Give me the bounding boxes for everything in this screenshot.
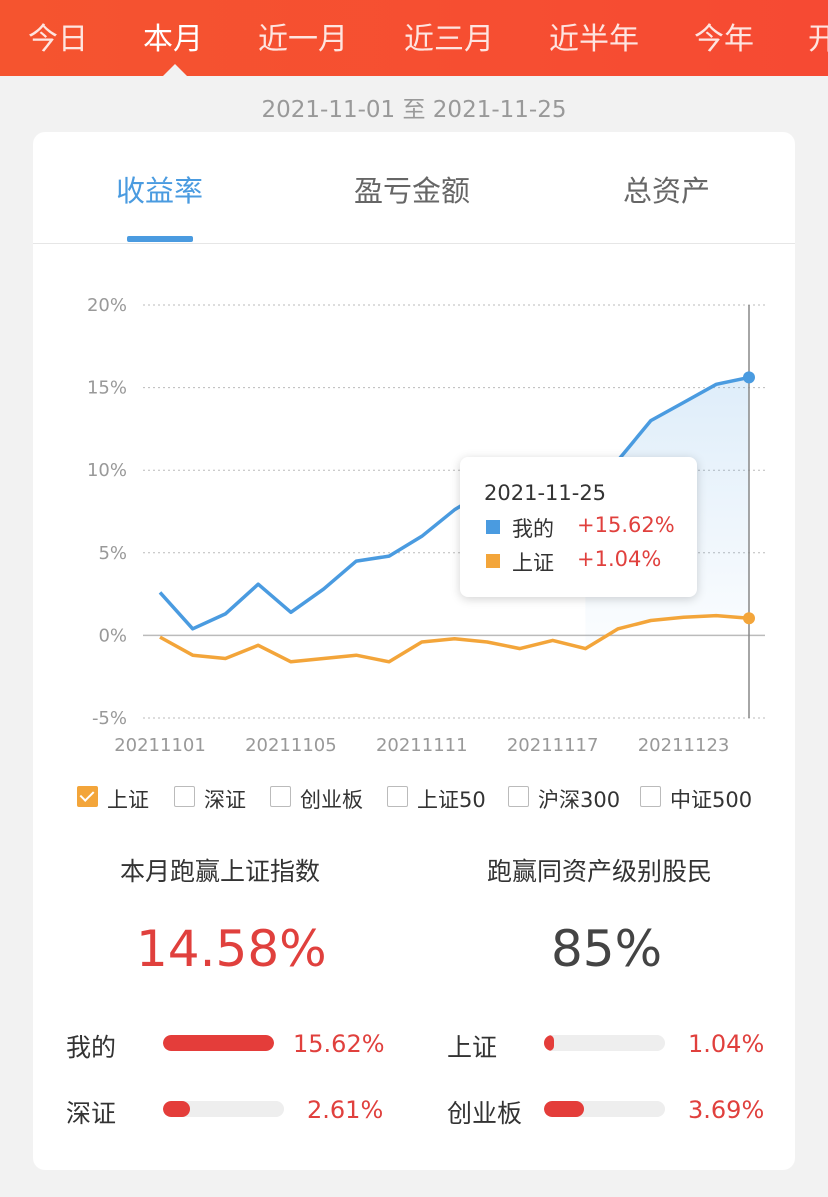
bar-label: 上证 — [447, 1033, 498, 1062]
beat-peers-title: 跑赢同资产级别股民 — [487, 857, 713, 886]
y-tick-label: 0% — [98, 625, 127, 646]
tooltip-series-name: 上证 — [512, 551, 554, 575]
x-tick-label: 20211123 — [638, 735, 730, 756]
x-tick-label: 20211105 — [245, 735, 337, 756]
legend-label: 中证500 — [670, 788, 753, 812]
checkbox-icon[interactable] — [270, 786, 291, 807]
bar-track — [163, 1035, 274, 1051]
x-axis-labels: 20211101 20211105 20211111 20211117 20211123 — [114, 735, 729, 756]
bar-value: 15.62% — [293, 1030, 385, 1058]
series-color-swatch — [486, 520, 500, 534]
checkbox-icon[interactable] — [387, 786, 408, 807]
legend-label: 沪深300 — [538, 788, 621, 812]
series-color-swatch — [486, 554, 500, 568]
bar-label: 创业板 — [447, 1099, 523, 1128]
bar-fill — [544, 1035, 554, 1051]
bar-track — [544, 1101, 665, 1117]
bar-label: 我的 — [66, 1033, 117, 1062]
legend-label: 创业板 — [300, 788, 363, 812]
bar-label: 深证 — [66, 1099, 117, 1128]
beat-index-value: 14.58% — [136, 920, 327, 978]
bar-fill — [544, 1101, 584, 1117]
checkbox-icon[interactable] — [174, 786, 195, 807]
x-tick-label: 20211117 — [507, 735, 599, 756]
checkbox-icon[interactable] — [508, 786, 529, 807]
checkbox-checked-icon[interactable] — [77, 786, 98, 807]
legend-label: 深证 — [204, 788, 246, 812]
y-tick-label: 5% — [98, 543, 127, 564]
bar-value: 3.69% — [688, 1096, 765, 1124]
x-tick-label: 20211111 — [376, 735, 468, 756]
y-axis-labels: 20% 15% 10% 5% 0% -5% — [87, 295, 127, 729]
chart-tooltip: 2021-11-25 我的 +15.62% 上证 +1.04% — [460, 457, 697, 597]
beat-peers-value: 85% — [551, 920, 663, 978]
return-rate-chart[interactable]: 20% 15% 10% 5% 0% -5% 20211101 20211105 2021111… — [0, 0, 828, 760]
tooltip-date: 2021-11-25 — [484, 481, 607, 505]
shanghai-index-endpoint — [743, 612, 755, 625]
y-tick-label: -5% — [92, 708, 127, 729]
tooltip-series-value: +1.04% — [577, 547, 662, 571]
y-tick-label: 15% — [87, 378, 127, 399]
bar-value: 1.04% — [688, 1030, 765, 1058]
checkbox-icon[interactable] — [640, 786, 661, 807]
y-tick-label: 10% — [87, 460, 127, 481]
bar-fill — [163, 1035, 274, 1051]
bar-fill — [163, 1101, 190, 1117]
tooltip-series-name: 我的 — [512, 517, 554, 541]
bar-track — [163, 1101, 284, 1117]
x-tick-label: 20211101 — [114, 735, 206, 756]
beat-index-title: 本月跑赢上证指数 — [120, 857, 321, 886]
bar-track — [544, 1035, 665, 1051]
bar-value: 2.61% — [307, 1096, 384, 1124]
tooltip-series-value: +15.62% — [577, 513, 675, 537]
y-tick-label: 20% — [87, 295, 127, 316]
legend-label: 上证50 — [417, 788, 486, 812]
legend-label: 上证 — [107, 788, 149, 812]
shanghai-index-line — [159, 613, 750, 664]
my-return-endpoint — [743, 371, 755, 384]
